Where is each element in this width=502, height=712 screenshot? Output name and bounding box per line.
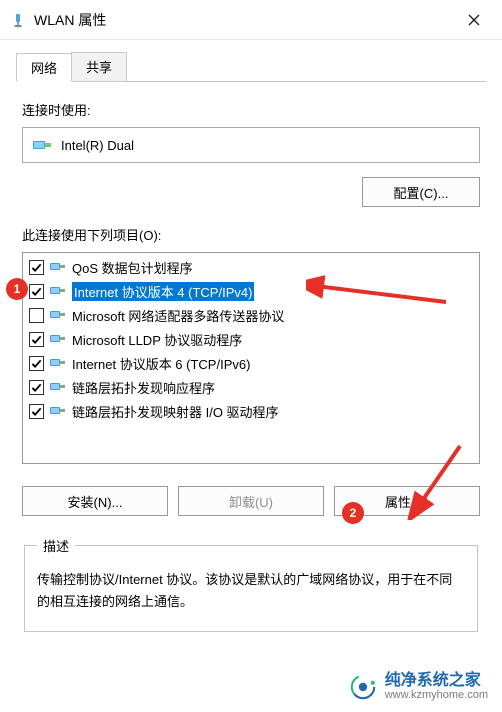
adapter-name: Intel(R) Dual (61, 138, 134, 153)
checkbox[interactable] (29, 260, 44, 275)
adapter-box: Intel(R) Dual (22, 127, 480, 163)
install-button[interactable]: 安装(N)... (22, 486, 168, 516)
uninstall-button: 卸载(U) (178, 486, 324, 516)
list-item[interactable]: Microsoft LLDP 协议驱动程序 (23, 327, 479, 351)
watermark-url: www.kzmyhome.com (385, 689, 488, 702)
tab-network[interactable]: 网络 (16, 53, 72, 82)
properties-button[interactable]: 属性(R) (334, 486, 480, 516)
list-item[interactable]: Internet 协议版本 6 (TCP/IPv6) (23, 351, 479, 375)
watermark: 纯净系统之家 www.kzmyhome.com (349, 673, 488, 702)
configure-button[interactable]: 配置(C)... (362, 177, 480, 207)
network-component-icon (50, 356, 66, 370)
list-item-label: Internet 协议版本 6 (TCP/IPv6) (72, 354, 250, 373)
list-item-label: Internet 协议版本 4 (TCP/IPv4) (72, 282, 254, 301)
network-component-icon (50, 260, 66, 274)
adapter-label: 连接时使用: (22, 100, 480, 119)
checkbox[interactable] (29, 332, 44, 347)
network-component-icon (50, 308, 66, 322)
list-item[interactable]: Internet 协议版本 4 (TCP/IPv4) (23, 279, 479, 303)
list-item[interactable]: 链路层拓扑发现映射器 I/O 驱动程序 (23, 399, 479, 423)
description-text: 传输控制协议/Internet 协议。该协议是默认的广域网络协议，用于在不同的相… (37, 569, 465, 613)
list-item-label: 链路层拓扑发现响应程序 (72, 378, 215, 397)
titlebar: WLAN 属性 (0, 0, 502, 40)
tabs: 网络 共享 (16, 52, 486, 82)
network-component-icon (50, 380, 66, 394)
description-fieldset: 描述 传输控制协议/Internet 协议。该协议是默认的广域网络协议，用于在不… (24, 536, 478, 632)
close-button[interactable] (452, 0, 496, 39)
watermark-text: 纯净系统之家 www.kzmyhome.com (385, 673, 488, 702)
watermark-logo-icon (349, 673, 377, 701)
list-item-label: 链路层拓扑发现映射器 I/O 驱动程序 (72, 402, 279, 421)
adapter-icon (33, 138, 51, 152)
description-legend: 描述 (37, 536, 75, 555)
close-icon (468, 14, 480, 26)
checkbox[interactable] (29, 380, 44, 395)
list-item-label: Microsoft LLDP 协议驱动程序 (72, 330, 242, 349)
wlan-icon (10, 12, 26, 28)
network-component-icon (50, 284, 66, 298)
button-row: 安装(N)... 卸载(U) 属性(R) (22, 486, 480, 516)
list-item[interactable]: QoS 数据包计划程序 (23, 255, 479, 279)
checkbox[interactable] (29, 404, 44, 419)
tab-share[interactable]: 共享 (71, 52, 127, 81)
list-item-label: Microsoft 网络适配器多路传送器协议 (72, 306, 284, 325)
watermark-cn: 纯净系统之家 (385, 673, 488, 689)
checkbox[interactable] (29, 284, 44, 299)
network-component-icon (50, 404, 66, 418)
network-component-icon (50, 332, 66, 346)
censor-overlay (168, 128, 479, 162)
window-title: WLAN 属性 (34, 10, 106, 30)
list-item-label: QoS 数据包计划程序 (72, 258, 193, 277)
components-label: 此连接使用下列项目(O): (22, 225, 480, 244)
components-listbox[interactable]: QoS 数据包计划程序 Internet 协议版本 4 (TCP/IPv4) Mic… (22, 252, 480, 464)
list-item[interactable]: 链路层拓扑发现响应程序 (23, 375, 479, 399)
content-area: 网络 共享 连接时使用: Intel(R) Dual 配置(C)... 此连接使… (0, 40, 502, 632)
checkbox[interactable] (29, 308, 44, 323)
checkbox[interactable] (29, 356, 44, 371)
list-item[interactable]: Microsoft 网络适配器多路传送器协议 (23, 303, 479, 327)
